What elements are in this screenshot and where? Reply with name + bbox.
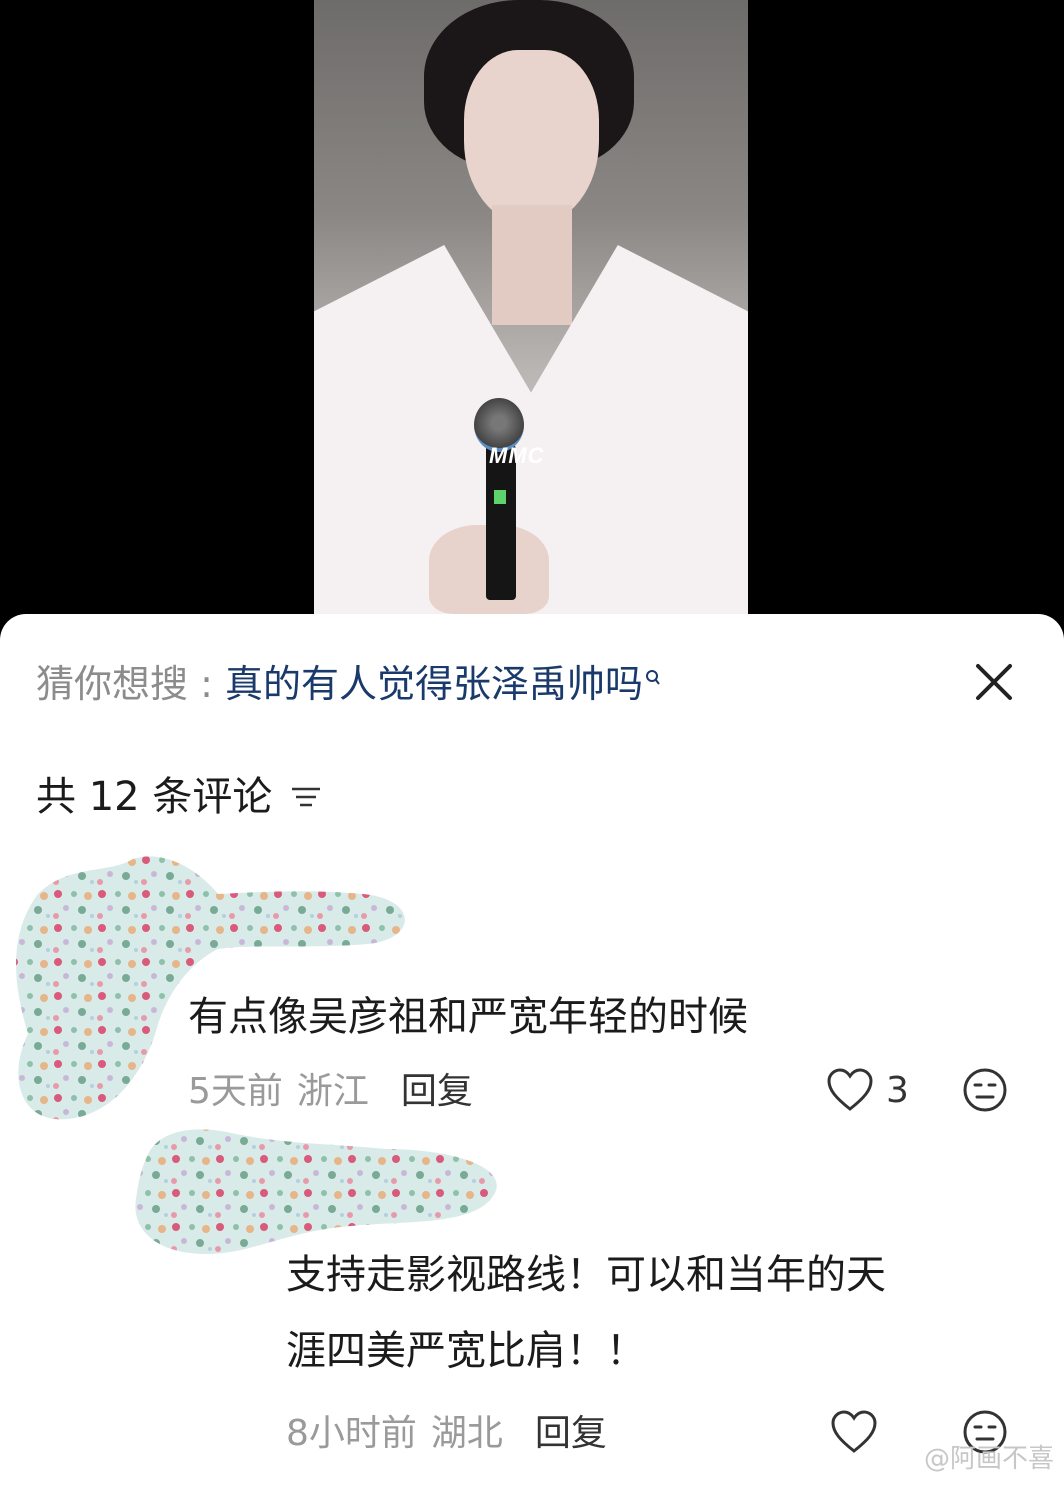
comment-item: 有点像吴彦祖和严宽年轻的时候 5天前 浙江 回复 3: [0, 854, 1064, 1124]
comment-time: 8小时前: [286, 1413, 417, 1454]
like-button[interactable]: [830, 1409, 890, 1455]
weibo-watermark: @阿画不喜: [923, 1444, 1054, 1474]
photo-watermark: MMC: [489, 443, 545, 468]
search-icon: [645, 654, 661, 706]
post-photo[interactable]: MMC: [314, 0, 748, 614]
sort-icon[interactable]: [290, 784, 322, 810]
comment-text-line: 支持走影视路线！可以和当年的天: [286, 1252, 886, 1298]
search-suggestion[interactable]: 猜你想搜 : 真的有人觉得张泽禹帅吗: [36, 658, 661, 710]
suggestion-query-link[interactable]: 真的有人觉得张泽禹帅吗: [225, 662, 643, 706]
like-button[interactable]: 3: [826, 1067, 909, 1113]
close-icon: [976, 664, 1012, 700]
comment-time: 5天前: [188, 1071, 283, 1112]
like-count: 3: [886, 1069, 909, 1111]
comment-text-line: 涯四美严宽比肩！！: [286, 1328, 646, 1374]
comment-text-line: 有点像吴彦祖和严宽年轻的时候: [188, 994, 748, 1040]
comments-sheet: 猜你想搜 : 真的有人觉得张泽禹帅吗 共 12 条评论 有点像吴彦祖和严宽年轻的…: [0, 614, 1064, 1485]
heart-icon: [831, 1410, 877, 1453]
comment-count-header: 共 12 条评论: [36, 769, 322, 825]
photo-mic-led: [494, 490, 506, 504]
comment-count-label: 共 12 条评论: [36, 774, 273, 820]
suggestion-prefix: 猜你想搜 :: [36, 662, 225, 706]
comment-text: 支持走影视路线！可以和当年的天 涯四美严宽比肩！！: [286, 1237, 886, 1389]
comment-meta: 8小时前 湖北 回复: [286, 1409, 607, 1459]
reply-comment-item: 支持走影视路线！可以和当年的天 涯四美严宽比肩！！ 8小时前 湖北 回复: [0, 1119, 1064, 1485]
comment-location: 湖北: [430, 1413, 503, 1454]
reply-button[interactable]: 回复: [535, 1413, 607, 1454]
close-button[interactable]: [970, 658, 1018, 706]
comment-location: 浙江: [296, 1071, 369, 1112]
heart-icon: [827, 1068, 873, 1111]
photo-area: MMC: [0, 0, 1064, 640]
comment-meta: 5天前 浙江 回复: [188, 1067, 473, 1117]
comment-text: 有点像吴彦祖和严宽年轻的时候: [188, 984, 748, 1050]
dislike-face-icon[interactable]: [962, 1067, 1008, 1113]
photo-neck: [492, 205, 572, 325]
photo-face: [464, 50, 599, 225]
reply-button[interactable]: 回复: [401, 1071, 473, 1112]
